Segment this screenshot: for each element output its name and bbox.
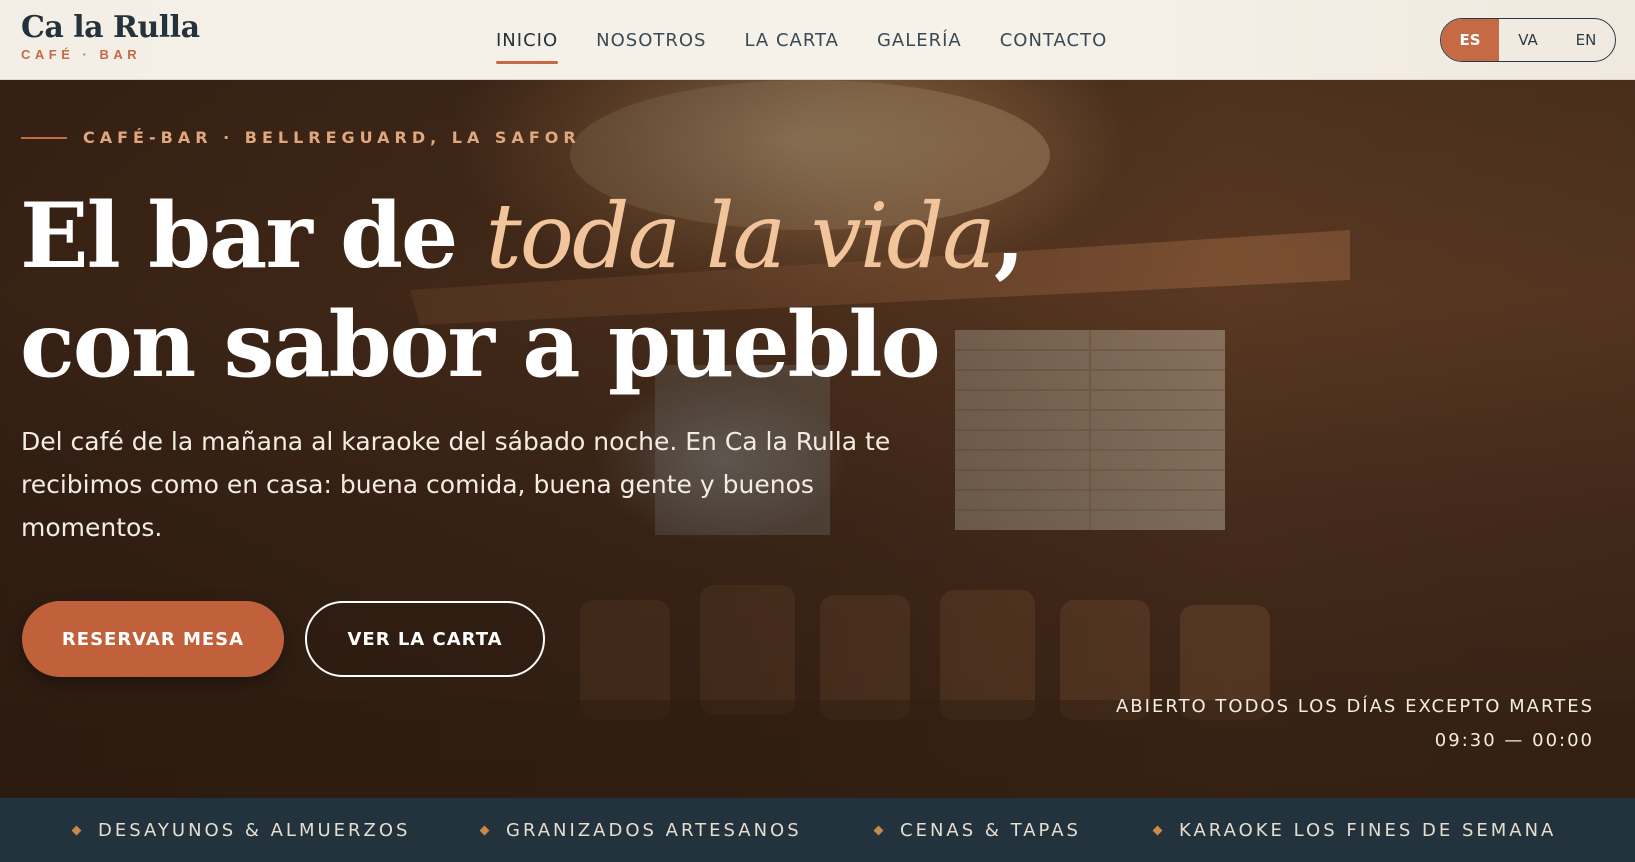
opening-time: 09:30 — 00:00 [1434, 730, 1594, 751]
feature-item: GRANIZADOS ARTESANOS [479, 798, 802, 862]
feature-item: KARAOKE LOS FINES DE SEMANA [1152, 798, 1557, 862]
nav-item-galeria[interactable]: GALERÍA [877, 0, 962, 80]
nav-item-la-carta[interactable]: LA CARTA [744, 0, 838, 80]
lang-en-button[interactable]: EN [1557, 19, 1615, 61]
headline-line2: con sabor a pueblo [20, 292, 941, 398]
language-switcher: ES VA EN [1440, 18, 1616, 62]
feature-label: KARAOKE LOS FINES DE SEMANA [1179, 819, 1557, 841]
reserve-table-button[interactable]: RESERVAR MESA [22, 601, 284, 677]
brand-logo[interactable]: Ca la Rulla CAFÉ · BAR [21, 10, 200, 62]
main-nav: INICIO NOSOTROS LA CARTA GALERÍA CONTACT… [496, 0, 1107, 80]
eyebrow-text: CAFÉ-BAR · BELLREGUARD, LA SAFOR [83, 128, 581, 147]
headline-part2: , [993, 183, 1025, 289]
feature-item: DESAYUNOS & ALMUERZOS [71, 798, 411, 862]
feature-label: CENAS & TAPAS [900, 819, 1081, 841]
lang-es-button[interactable]: ES [1441, 19, 1499, 61]
features-strip: DESAYUNOS & ALMUERZOS GRANIZADOS ARTESAN… [0, 798, 1635, 862]
nav-item-inicio[interactable]: INICIO [496, 0, 559, 80]
opening-days: ABIERTO TODOS LOS DÍAS EXCEPTO MARTES [1115, 696, 1594, 717]
feature-item: CENAS & TAPAS [873, 798, 1081, 862]
opening-hours: ABIERTO TODOS LOS DÍAS EXCEPTO MARTES 09… [1116, 690, 1594, 758]
diamond-icon [479, 825, 490, 835]
diamond-icon [71, 825, 82, 835]
hero-headline: El bar de toda la vida, con sabor a pueb… [20, 182, 1025, 399]
view-menu-button[interactable]: VER LA CARTA [305, 601, 545, 677]
hero-section: CAFÉ-BAR · BELLREGUARD, LA SAFOR El bar … [0, 80, 1635, 798]
diamond-icon [1152, 825, 1163, 835]
feature-label: GRANIZADOS ARTESANOS [506, 819, 802, 841]
brand-name: Ca la Rulla [21, 10, 200, 45]
nav-item-contacto[interactable]: CONTACTO [1000, 0, 1108, 80]
headline-accent: toda la vida [485, 184, 996, 289]
site-header: Ca la Rulla CAFÉ · BAR INICIO NOSOTROS L… [0, 0, 1635, 80]
feature-label: DESAYUNOS & ALMUERZOS [98, 819, 411, 841]
brand-subtitle: CAFÉ · BAR [21, 47, 142, 62]
lang-va-button[interactable]: VA [1499, 19, 1557, 61]
eyebrow-divider [21, 136, 67, 139]
nav-item-nosotros[interactable]: NOSOTROS [596, 0, 706, 80]
hero-lead: Del café de la mañana al karaoke del sáb… [21, 427, 891, 542]
hero-eyebrow: CAFÉ-BAR · BELLREGUARD, LA SAFOR [21, 128, 581, 147]
diamond-icon [873, 825, 884, 835]
headline-part1: El bar de [20, 183, 486, 289]
